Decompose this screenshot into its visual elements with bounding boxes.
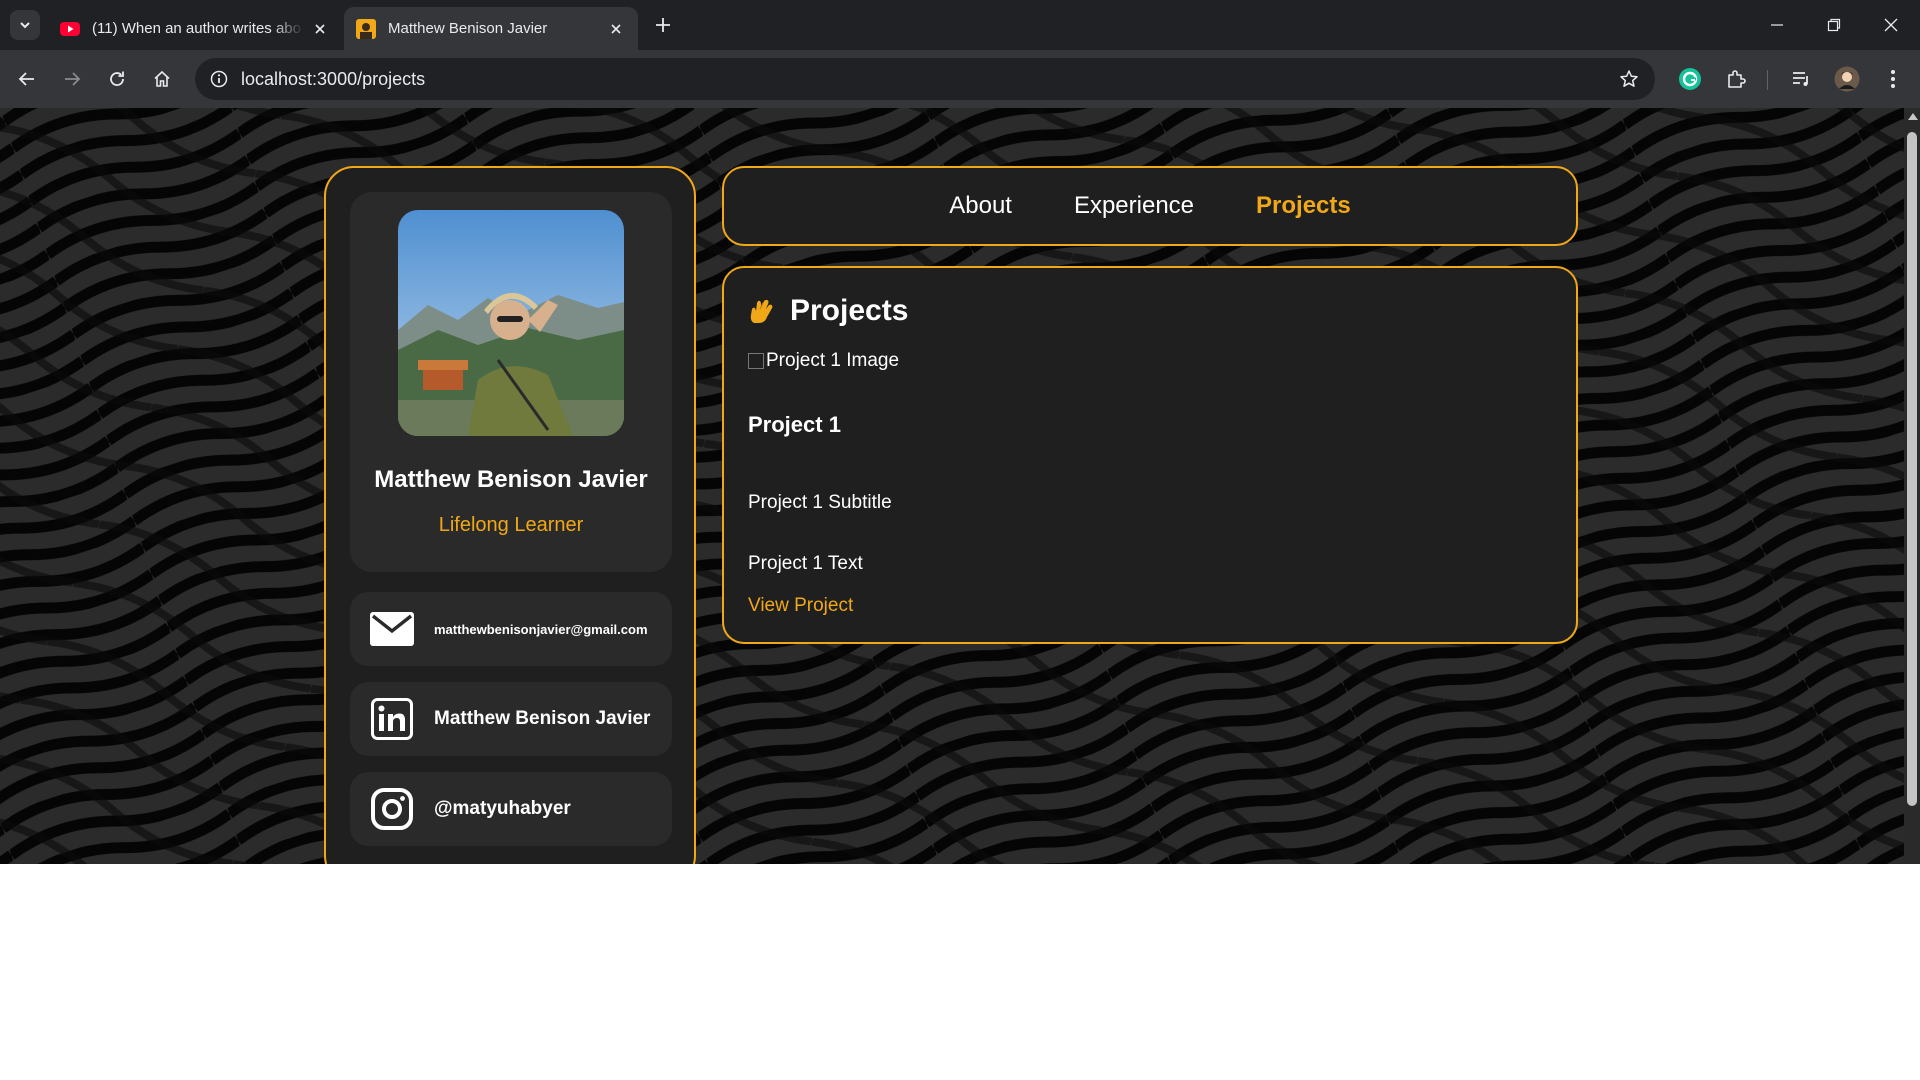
- scroll-up-arrow-icon[interactable]: [1908, 113, 1918, 120]
- tab-search-button[interactable]: [10, 10, 40, 40]
- url-text: localhost:3000/projects: [241, 69, 426, 89]
- contact-instagram[interactable]: @matyuhabyer: [350, 772, 672, 846]
- project-subtitle: Project 1 Subtitle: [748, 492, 892, 513]
- youtube-icon: [60, 19, 80, 39]
- close-window-button[interactable]: [1862, 0, 1919, 50]
- puzzle-icon: [1728, 70, 1746, 88]
- section-navigation: About Experience Projects: [722, 166, 1578, 246]
- reload-icon: [110, 71, 124, 86]
- projects-heading: Projects: [748, 294, 908, 328]
- close-tab-icon[interactable]: [606, 19, 626, 39]
- profile-card: Matthew Benison Javier Lifelong Learner: [350, 192, 672, 572]
- tab-title: (11) When an author writes abo: [92, 20, 301, 37]
- minimize-icon: [1770, 24, 1783, 26]
- reload-button[interactable]: [101, 63, 133, 95]
- tab-youtube[interactable]: (11) When an author writes abo: [48, 7, 342, 50]
- site-info-icon[interactable]: [207, 67, 231, 91]
- profile-photo: [398, 210, 624, 436]
- profile-name: Matthew Benison Javier: [374, 466, 648, 493]
- mail-icon: [370, 607, 414, 651]
- view-project-link[interactable]: View Project: [748, 595, 853, 617]
- contact-instagram-text: @matyuhabyer: [434, 798, 571, 819]
- projects-title: Projects: [790, 294, 909, 327]
- project-text: Project 1 Text: [748, 553, 863, 574]
- browser-menu-button[interactable]: [1877, 63, 1909, 95]
- forward-button[interactable]: [56, 63, 88, 95]
- home-icon: [154, 70, 170, 87]
- grammarly-extension-button[interactable]: [1674, 63, 1706, 95]
- close-tab-icon[interactable]: [310, 19, 330, 39]
- contact-linkedin[interactable]: Matthew Benison Javier: [350, 682, 672, 756]
- contact-email[interactable]: matthewbenisonjavier@gmail.com: [350, 592, 672, 666]
- projects-section: Projects Project 1 Image Project 1 Proje…: [722, 266, 1578, 644]
- scrollbar-thumb[interactable]: [1907, 132, 1917, 806]
- close-icon: [1884, 18, 1897, 32]
- project-title: Project 1: [748, 412, 841, 437]
- tab-title: Matthew Benison Javier: [388, 20, 548, 37]
- broken-image-icon: [748, 353, 764, 369]
- arrow-left-icon: [18, 72, 34, 86]
- hand-icon: [750, 299, 773, 323]
- profile-role: Lifelong Learner: [438, 514, 584, 536]
- instagram-icon: [370, 787, 414, 831]
- nav-about[interactable]: About: [949, 192, 1012, 220]
- profile-sidebar: Matthew Benison Javier Lifelong Learner …: [324, 166, 696, 864]
- bookmark-star-icon[interactable]: [1617, 67, 1641, 91]
- back-button[interactable]: [11, 63, 43, 95]
- project-image-alt: Project 1 Image: [766, 350, 900, 371]
- linkedin-icon: [370, 697, 414, 741]
- media-controls-button[interactable]: [1785, 63, 1817, 95]
- home-button[interactable]: [146, 63, 178, 95]
- plus-icon: [656, 18, 670, 32]
- nav-experience[interactable]: Experience: [1074, 192, 1194, 220]
- browser-tab-bar: (11) When an author writes abo Matthew B…: [0, 0, 1920, 50]
- profile-avatar-icon: [1834, 66, 1860, 92]
- tab-portfolio[interactable]: Matthew Benison Javier: [344, 7, 638, 50]
- grammarly-icon: [1679, 68, 1701, 90]
- chevron-down-icon: [20, 22, 30, 29]
- media-queue-icon: [1793, 72, 1808, 86]
- restore-icon: [1827, 18, 1840, 32]
- address-bar[interactable]: localhost:3000/projects: [195, 58, 1655, 100]
- browser-toolbar: localhost:3000/projects: [0, 50, 1920, 108]
- profile-button[interactable]: [1831, 63, 1863, 95]
- minimize-button[interactable]: [1748, 0, 1805, 50]
- extensions-button[interactable]: [1720, 63, 1752, 95]
- project-image: Project 1 Image: [748, 350, 899, 372]
- site-avatar-icon: [356, 18, 376, 39]
- more-vert-icon: [1891, 70, 1895, 88]
- arrow-right-icon: [65, 72, 81, 86]
- toolbar-separator: [1767, 70, 1768, 90]
- contact-linkedin-text: Matthew Benison Javier: [434, 708, 651, 729]
- new-tab-button[interactable]: [650, 12, 676, 38]
- contact-email-text: matthewbenisonjavier@gmail.com: [434, 621, 648, 637]
- restore-button[interactable]: [1805, 0, 1862, 50]
- nav-projects[interactable]: Projects: [1256, 192, 1351, 220]
- page-scrollbar[interactable]: [1904, 108, 1920, 864]
- page-viewport: Matthew Benison Javier Lifelong Learner …: [0, 108, 1920, 864]
